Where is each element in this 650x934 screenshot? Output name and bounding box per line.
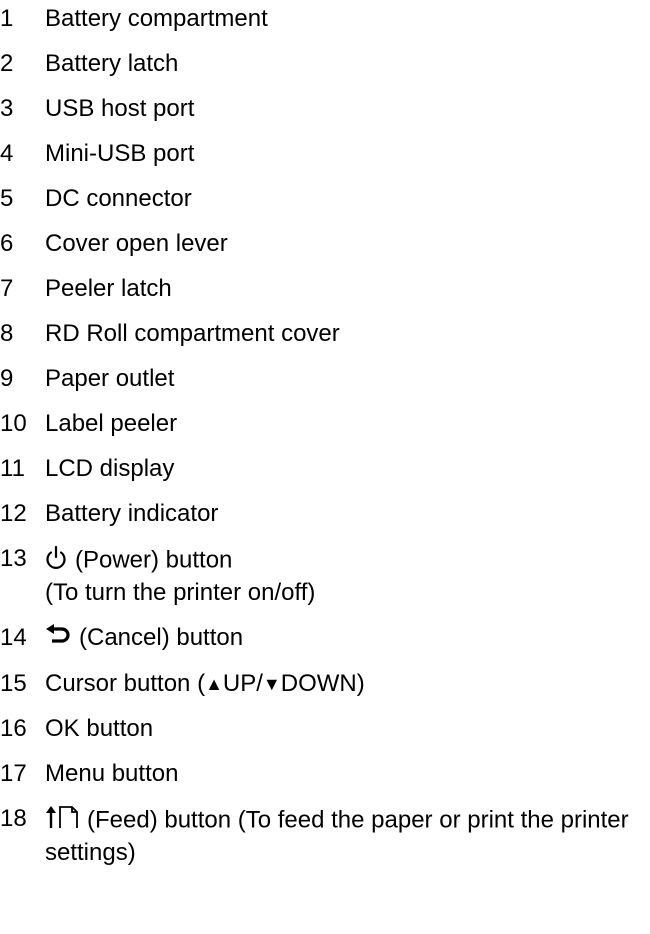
item-number: 15 [0,669,27,697]
feed-icon [45,804,79,838]
list-item: 6 Cover open lever [0,229,650,259]
item-number: 6 [0,230,14,257]
item-number: 12 [0,500,27,527]
item-number: 4 [0,140,14,167]
list-item: 15 Cursor button (▲UP/▼DOWN) [0,669,650,699]
list-item: 3 USB host port [0,94,650,124]
item-label: Battery compartment [45,5,268,32]
list-item: 14 (Cancel) button [0,623,650,654]
list-item: 4 Mini-USB port [0,139,650,169]
item-number: 17 [0,759,27,787]
power-icon [45,544,67,578]
parts-list: 1 Battery compartment 2 Battery latch 3 … [0,4,650,883]
list-item: 16 OK button [0,714,650,744]
item-label: Menu button [45,759,179,787]
list-item: 10 Label peeler [0,409,650,439]
item-label: Mini-USB port [45,140,195,167]
item-number: 18 [0,804,27,832]
item-label: Battery latch [45,50,179,77]
item-label: (Cancel) button [79,624,244,651]
item-label: Cover open lever [45,230,228,257]
item-number: 10 [0,410,27,437]
item-label: Paper outlet [45,365,175,392]
list-item: 5 DC connector [0,184,650,214]
item-label-up: UP/ [222,669,263,697]
item-number: 11 [0,455,25,482]
cancel-arrow-icon [45,623,71,654]
list-item: 8 RD Roll compartment cover [0,319,650,349]
item-label: (Power) button [75,546,233,574]
item-number: 9 [0,365,14,392]
list-item: 12 Battery indicator [0,499,650,529]
list-item: 13 (Power) button (To turn the printer o… [0,544,650,608]
item-label: (Feed) button (To feed the paper or prin… [45,806,629,866]
list-item: 7 Peeler latch [0,274,650,304]
item-number: 3 [0,95,14,122]
list-item: 18 (Feed) button (To feed the paper or p… [0,804,650,868]
item-label-note: (To turn the printer on/off) [45,579,316,606]
list-item: 17 Menu button [0,759,650,789]
item-label: Battery indicator [45,500,219,527]
item-number: 8 [0,320,14,347]
list-item: 2 Battery latch [0,49,650,79]
item-label: Label peeler [45,410,178,437]
list-item: 9 Paper outlet [0,364,650,394]
item-label-down: DOWN) [280,669,365,697]
item-label: OK button [45,714,154,742]
list-item: 11 LCD display [0,454,650,484]
up-arrow-icon: ▲ [205,673,223,694]
item-label: Cursor button ( [45,669,206,697]
item-label: USB host port [45,95,195,122]
item-number: 5 [0,185,14,212]
item-label: Peeler latch [45,275,172,302]
item-label: RD Roll compartment cover [45,320,340,347]
item-label: LCD display [45,455,175,482]
list-item: 1 Battery compartment [0,4,650,34]
item-number: 7 [0,275,14,302]
item-number: 13 [0,545,27,572]
item-number: 16 [0,714,27,742]
item-label: DC connector [45,185,192,212]
item-number: 14 [0,624,27,651]
item-number: 1 [0,5,14,32]
item-number: 2 [0,50,14,77]
down-arrow-icon: ▼ [262,673,281,694]
